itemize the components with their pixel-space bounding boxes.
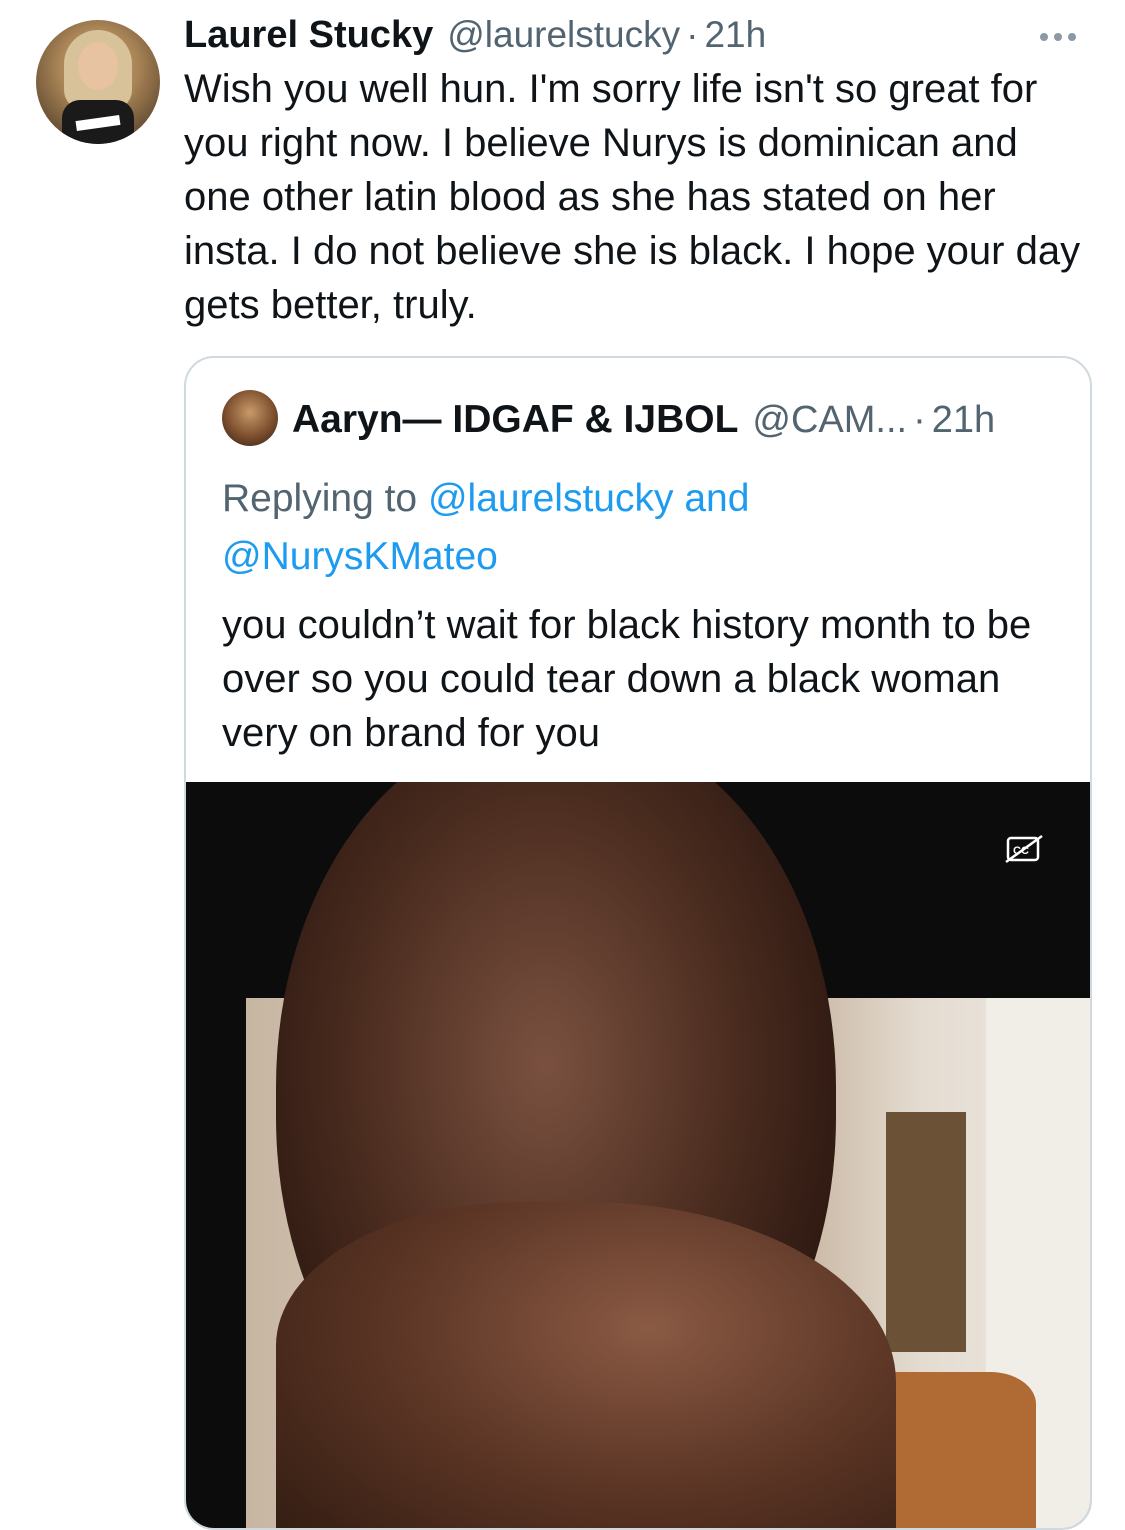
quoted-author-avatar [222, 390, 278, 446]
mention-link[interactable]: @laurelstucky [428, 477, 674, 520]
quoted-tweet-text: you couldn’t wait for black history mont… [222, 603, 1032, 755]
quoted-tweet-header: Aaryn— IDGAF & IJBOL @CAM... · 21h [292, 398, 995, 442]
mention-link[interactable]: @NurysKMateo [222, 535, 498, 578]
video-player[interactable]: CC [186, 782, 1090, 1528]
tweet-text: Wish you well hun. I'm sorry life isn't … [184, 67, 1081, 327]
quoted-author-handle: @CAM... [752, 399, 908, 441]
closed-captions-off-icon[interactable]: CC [1004, 834, 1044, 864]
separator-dot: · [686, 14, 699, 55]
mention-joiner: and [684, 477, 750, 520]
more-options-icon[interactable] [1040, 22, 1090, 52]
author-name[interactable]: Laurel Stucky [184, 14, 433, 57]
author-handle[interactable]: @laurelstucky [447, 14, 680, 56]
replying-to-label: Replying to [222, 477, 418, 520]
quoted-author-name: Aaryn— IDGAF & IJBOL [292, 398, 739, 441]
quoted-tweet-timestamp: 21h [931, 399, 996, 441]
tweet-header: Laurel Stucky @laurelstucky · 21h [184, 14, 766, 58]
quoted-tweet-card[interactable]: Aaryn— IDGAF & IJBOL @CAM... · 21h Reply… [184, 356, 1092, 1530]
author-avatar[interactable] [36, 20, 160, 144]
quoted-separator-dot: · [913, 399, 926, 441]
tweet-timestamp[interactable]: 21h [704, 14, 766, 56]
replying-to-line: Replying to @laurelstucky and @NurysKMat… [222, 470, 1062, 586]
